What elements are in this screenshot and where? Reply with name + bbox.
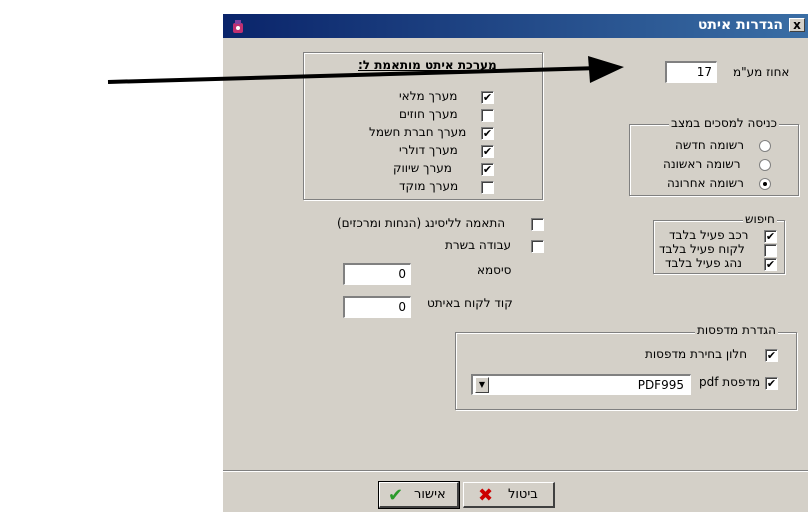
close-icon: x <box>793 18 801 32</box>
radio-label: רשומה חדשה <box>675 138 745 152</box>
search-title: חיפוש <box>743 212 777 226</box>
check-mark-icon: ✔ <box>482 91 493 104</box>
pdf-printer-value: PDF995 <box>637 378 684 392</box>
checkbox[interactable]: ✔ <box>764 258 777 271</box>
checkbox[interactable]: ✔ <box>481 163 494 176</box>
checkbox[interactable]: ✔ <box>481 91 494 104</box>
checkbox-label: נהג פעיל בלבד <box>665 256 742 270</box>
cancel-button[interactable]: ✖ ביטול <box>463 482 555 508</box>
checkbox-label: מערך דולרי <box>399 143 458 157</box>
checkbox[interactable]: ✔ <box>764 230 777 243</box>
check-mark-icon: ✔ <box>765 230 776 243</box>
radio-button[interactable] <box>759 159 771 171</box>
radio-label: רשומה ראשונה <box>663 157 741 171</box>
checkbox-label: מערך שיווק <box>393 161 452 175</box>
checkbox-label: לקוח פעיל בלבד <box>659 242 745 256</box>
check-icon: ✔ <box>388 485 404 506</box>
checkbox-label: מערך מוקד <box>399 179 459 193</box>
checkbox[interactable]: ✔ <box>481 145 494 158</box>
check-mark-icon: ✔ <box>766 349 777 362</box>
close-button[interactable]: x <box>789 18 805 32</box>
printers-group <box>455 332 797 410</box>
radio-label: רשומה אחרונה <box>667 176 744 190</box>
pdf-printer-select[interactable]: PDF995 ▼ <box>471 374 691 395</box>
chevron-down-icon[interactable]: ▼ <box>475 377 489 393</box>
cancel-button-label: ביטול <box>508 487 538 502</box>
customer-code-label: קוד לקוח באיתט <box>427 296 513 310</box>
check-mark-icon: ✔ <box>482 163 493 176</box>
vat-label: אחוז מע"מ <box>733 65 790 79</box>
title-bar[interactable]: הגדרות איתט x <box>223 14 808 38</box>
checkbox-label: חלון בחירת מדפסות <box>645 347 748 361</box>
tracking-systems-title: מערכת איתט מותאמת ל: <box>358 58 497 72</box>
entry-mode-title: כניסה למסכים במצב <box>669 116 779 130</box>
ok-button-label: אישור <box>414 487 446 502</box>
checkbox-label: מערך מלאי <box>399 89 458 103</box>
checkbox-label: pdf מדפסת <box>699 375 761 389</box>
checkbox[interactable]: ✔ <box>481 127 494 140</box>
checkbox-label: התאמה לליסינג (הנחות ומרכזים) <box>337 216 506 230</box>
check-mark-icon: ✔ <box>766 377 777 390</box>
radio-button[interactable] <box>759 140 771 152</box>
customer-code-input[interactable]: 0 <box>343 296 411 318</box>
password-label: סיסמא <box>477 263 512 277</box>
window-title: הגדרות איתט <box>697 17 783 33</box>
password-input[interactable]: 0 <box>343 263 411 285</box>
checkbox-label: מערך חברת חשמל <box>369 125 467 139</box>
settings-window: הגדרות איתט x אחוז מע"מ 17 מערכת איתט מו… <box>222 14 808 512</box>
checkbox[interactable] <box>481 181 494 194</box>
checkbox-label: מערך חוזים <box>399 107 458 121</box>
checkbox[interactable]: ✔ <box>765 377 778 390</box>
checkbox-label: עבודה בשרת <box>445 238 512 252</box>
checkbox[interactable] <box>764 244 777 257</box>
radio-button[interactable] <box>759 178 771 190</box>
check-mark-icon: ✔ <box>765 258 776 271</box>
printers-title: הגדרת מדפסות <box>695 323 778 337</box>
ok-button[interactable]: ✔ אישור <box>378 481 460 509</box>
footer-divider <box>223 470 808 472</box>
checkbox[interactable] <box>531 240 544 253</box>
check-mark-icon: ✔ <box>482 127 493 140</box>
check-mark-icon: ✔ <box>482 145 493 158</box>
vat-input[interactable]: 17 <box>665 61 717 83</box>
checkbox[interactable] <box>531 218 544 231</box>
checkbox[interactable]: ✔ <box>765 349 778 362</box>
checkbox[interactable] <box>481 109 494 122</box>
app-icon <box>233 20 243 33</box>
checkbox-label: רכב פעיל בלבד <box>669 228 749 242</box>
cancel-x-icon: ✖ <box>478 485 494 506</box>
